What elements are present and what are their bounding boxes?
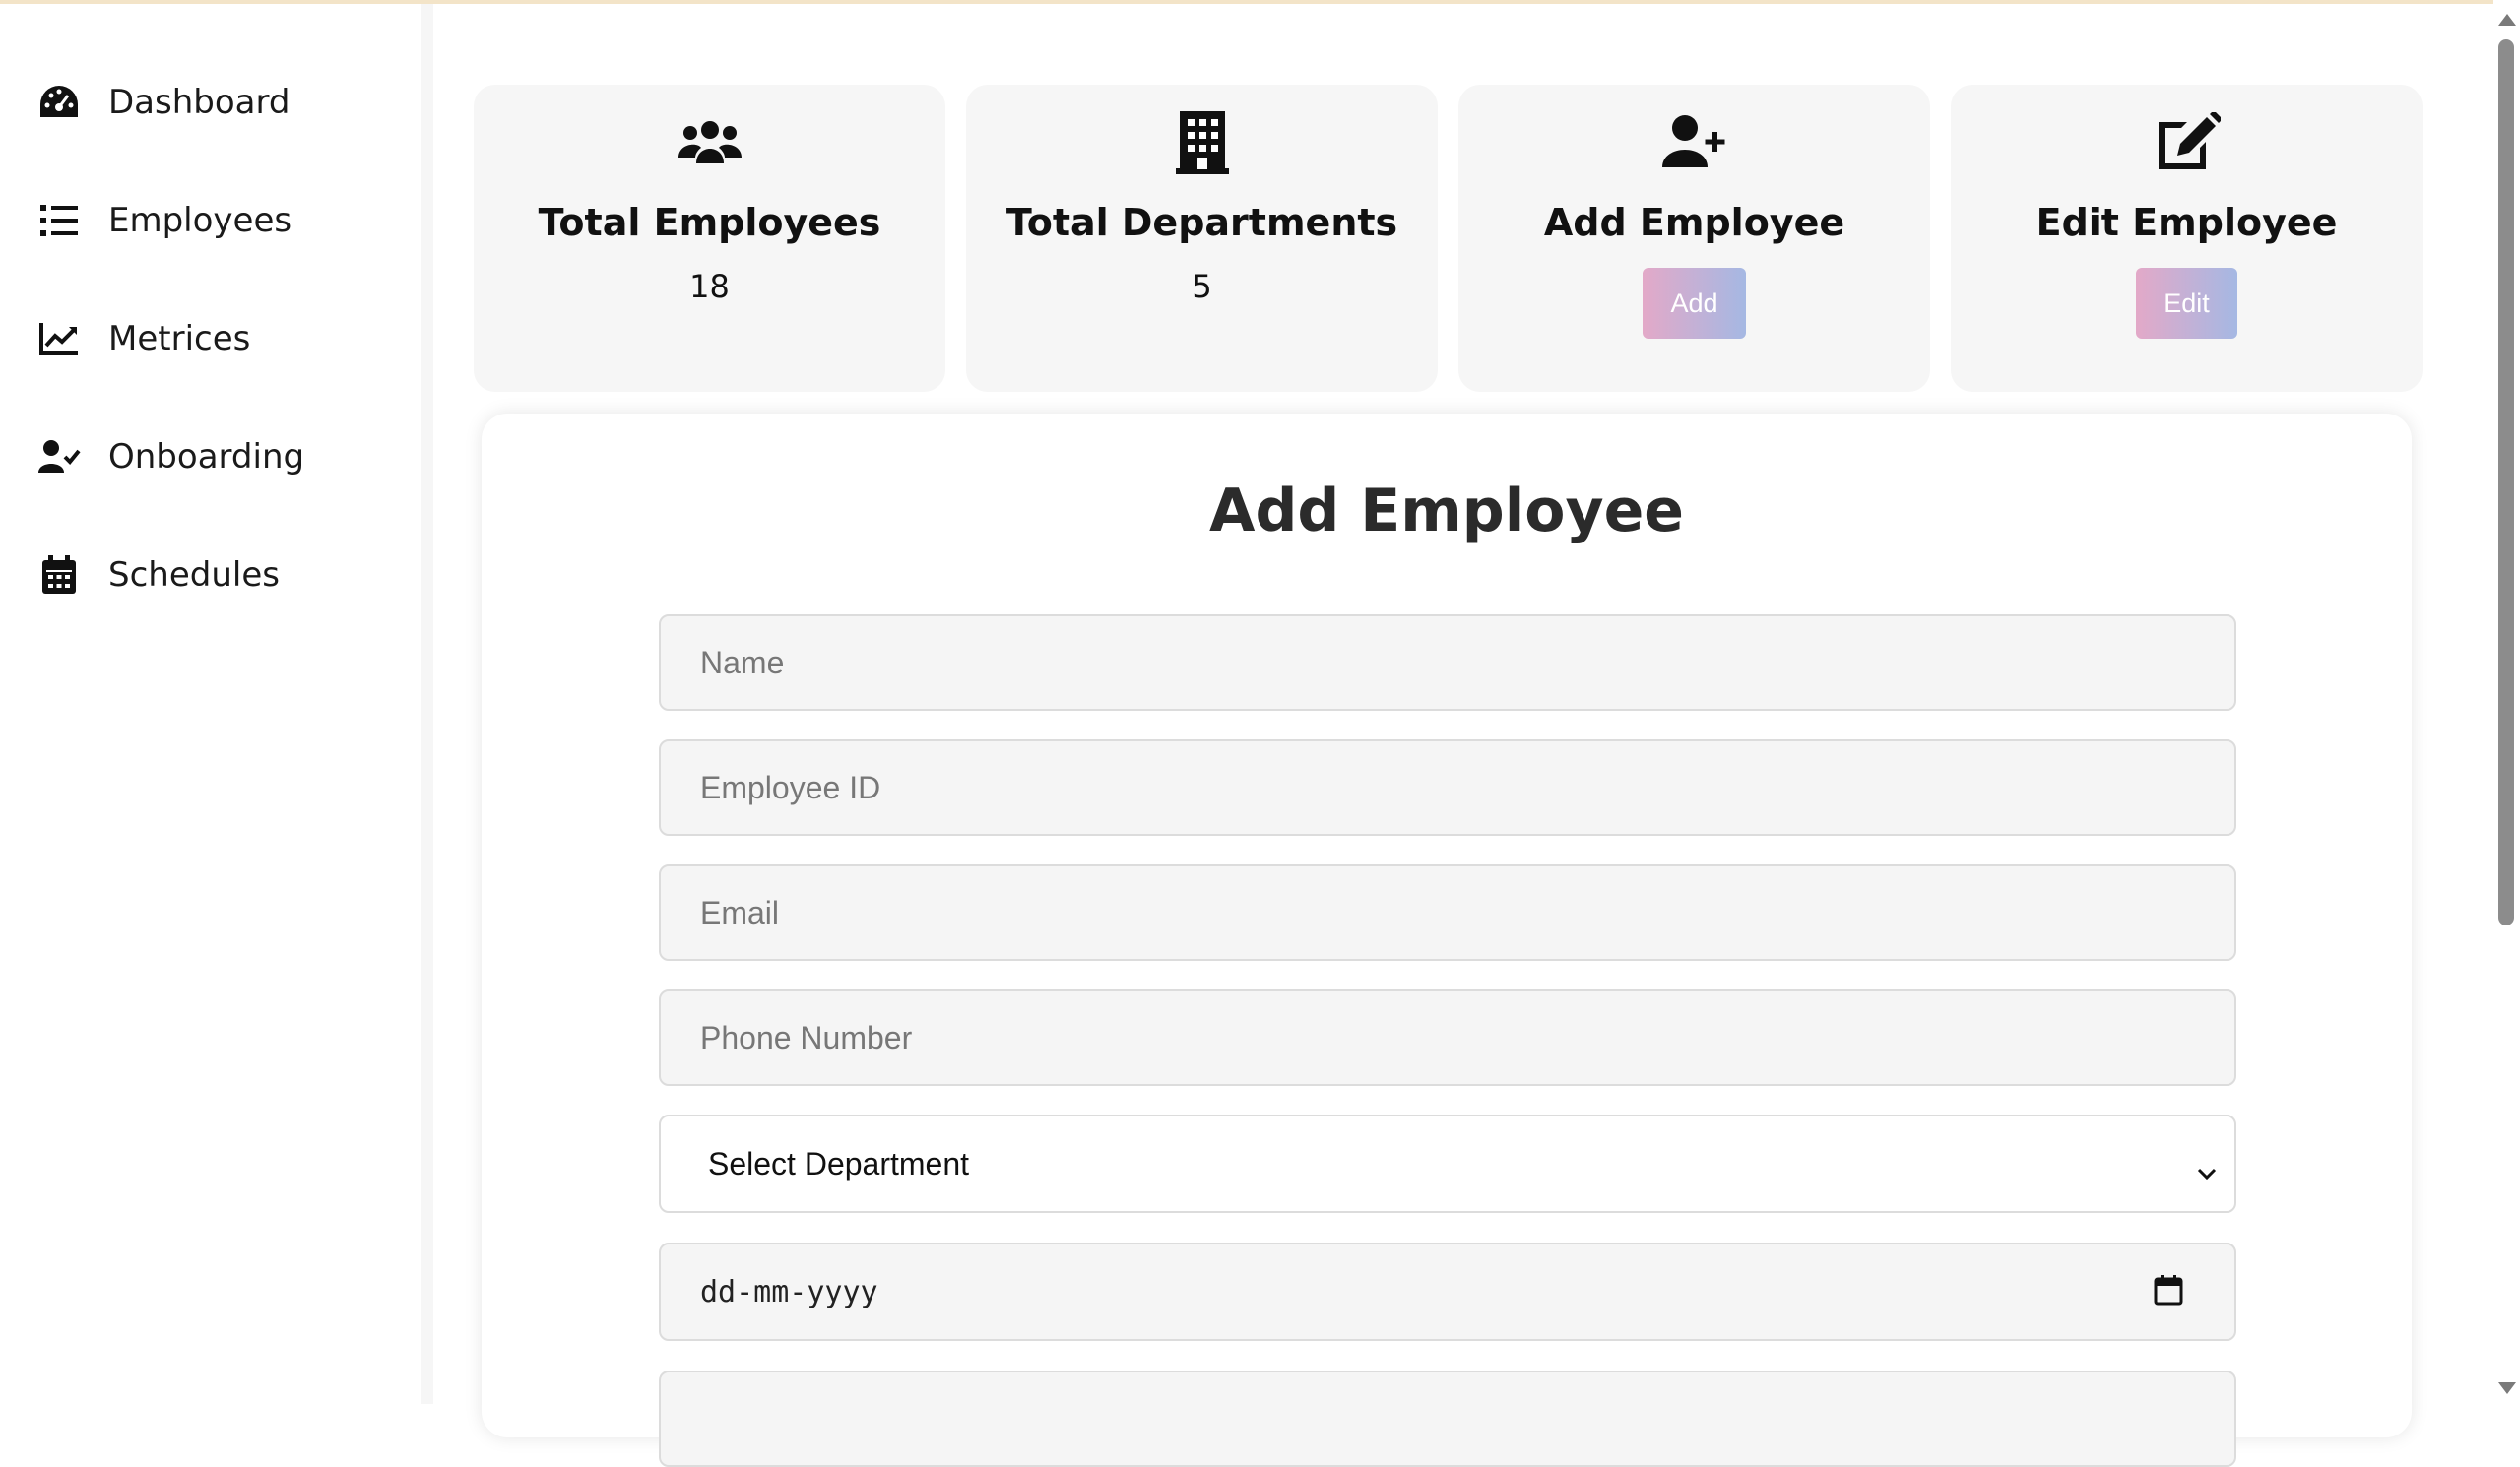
edit-button[interactable]: Edit: [2136, 268, 2237, 339]
edit-employee-card: Edit Employee Edit: [1951, 85, 2423, 392]
user-check-icon: [35, 433, 83, 480]
department-select[interactable]: Select Department: [659, 1115, 2236, 1213]
list-icon: [35, 197, 83, 244]
scroll-down-arrow[interactable]: [2498, 1382, 2516, 1394]
chevron-down-icon: [2197, 1152, 2217, 1188]
sidebar-item-onboarding[interactable]: Onboarding: [35, 422, 304, 491]
name-field[interactable]: Name: [659, 614, 2236, 711]
add-button[interactable]: Add: [1643, 268, 1746, 339]
card-title: Total Departments: [1005, 201, 1398, 244]
date-field[interactable]: dd-mm-yyyy: [659, 1243, 2236, 1341]
edit-icon: [2154, 106, 2221, 177]
sidebar-item-schedules[interactable]: Schedules: [35, 541, 280, 609]
sidebar-item-label: Dashboard: [108, 83, 291, 122]
card-title: Edit Employee: [2035, 201, 2338, 244]
sidebar-item-label: Metrices: [108, 319, 251, 358]
sidebar-item-dashboard[interactable]: Dashboard: [35, 68, 290, 137]
user-plus-icon: [1661, 106, 1728, 177]
gauge-icon: [35, 79, 83, 126]
add-employee-card: Add Employee Add: [1458, 85, 1930, 392]
total-employees-card: Total Employees 18: [474, 85, 945, 392]
sidebar-item-employees[interactable]: Employees: [35, 186, 291, 255]
scroll-thumb[interactable]: [2498, 39, 2514, 925]
sidebar-item-metrices[interactable]: Metrices: [35, 304, 250, 373]
department-select-value: Select Department: [708, 1145, 970, 1181]
card-title: Add Employee: [1543, 201, 1845, 244]
total-employees-count: 18: [689, 268, 730, 305]
sidebar: Dashboard Employees Metrices Onboarding …: [0, 4, 433, 1404]
users-icon: [678, 106, 743, 177]
sidebar-item-label: Onboarding: [108, 437, 305, 477]
building-icon: [1175, 106, 1229, 177]
additional-field[interactable]: [659, 1371, 2236, 1467]
scrollbar[interactable]: [2493, 0, 2520, 1404]
sidebar-item-label: Employees: [108, 201, 292, 240]
add-employee-form: Add Employee Name Employee ID Email Phon…: [482, 414, 2412, 1467]
total-departments-count: 5: [1192, 268, 1212, 305]
total-departments-card: Total Departments 5: [966, 85, 1438, 392]
employee-id-field[interactable]: Employee ID: [659, 739, 2236, 836]
calendar-picker-icon[interactable]: [2154, 1274, 2183, 1313]
chart-line-icon: [35, 315, 83, 362]
main-content: Total Employees 18 Total Departments 5 A…: [445, 4, 2493, 1467]
form-title: Add Employee: [1209, 477, 1684, 545]
scroll-up-arrow[interactable]: [2498, 14, 2516, 26]
calendar-icon: [35, 551, 83, 599]
date-placeholder: dd-mm-yyyy: [700, 1274, 878, 1309]
email-field[interactable]: Email: [659, 864, 2236, 961]
card-title: Total Employees: [538, 201, 881, 244]
phone-number-field[interactable]: Phone Number: [659, 989, 2236, 1086]
sidebar-item-label: Schedules: [108, 555, 280, 595]
